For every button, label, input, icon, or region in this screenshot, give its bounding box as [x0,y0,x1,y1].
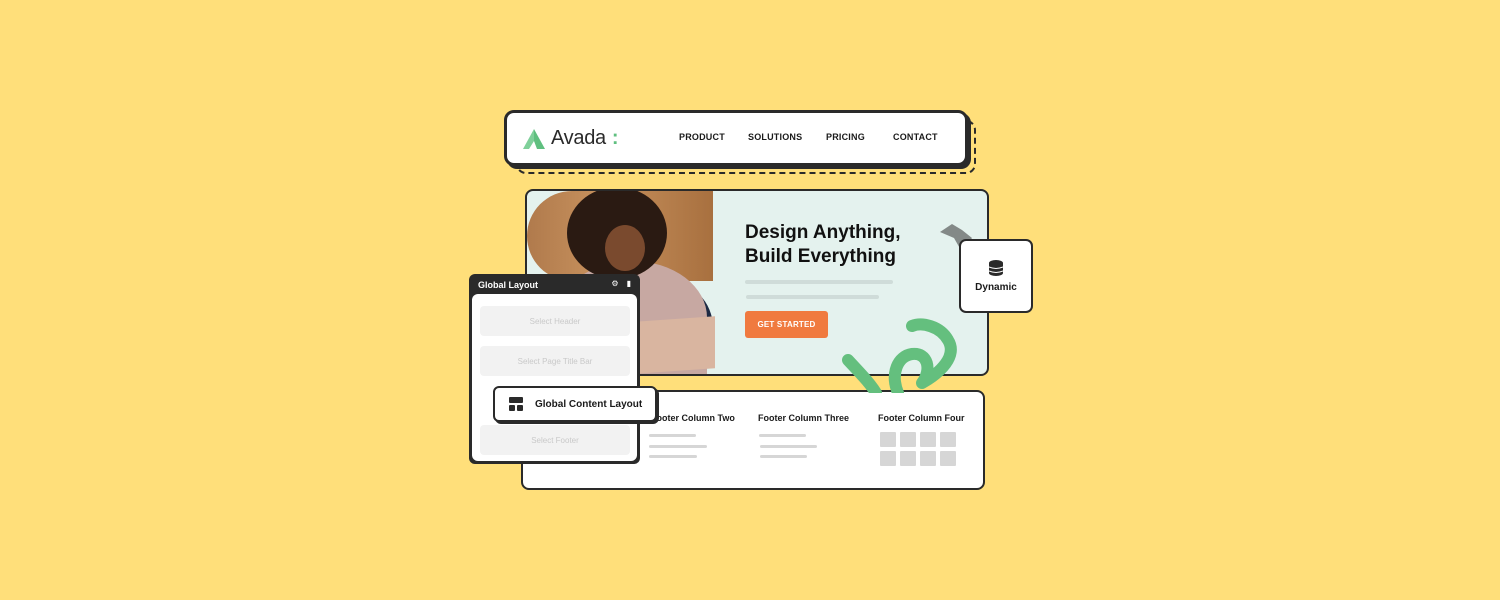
gallery-thumb [900,432,916,447]
logo-colon: : [611,127,619,149]
footer-gallery-grid [880,432,956,466]
gear-icon[interactable]: ⚙ [611,279,618,288]
main-nav: PRODUCT SOLUTIONS PRICING CONTACT [679,132,938,142]
text-placeholder-line [745,280,893,284]
global-layout-panel: Global Layout ⚙ ▮ Select Header Select P… [469,274,640,464]
footer-line [649,434,696,437]
database-icon [989,259,1003,276]
footer-line [649,455,697,458]
green-squiggle-decoration [842,318,957,393]
global-content-layout-label: Global Content Layout [535,398,643,410]
hero-title: Design Anything, Build Everything [745,221,945,269]
select-footer-slot[interactable]: Select Footer [480,425,630,455]
hero-title-line1: Design Anything, [745,222,901,243]
global-layout-title: Global Layout [478,280,539,290]
select-page-title-bar-slot[interactable]: Select Page Title Bar [480,346,630,376]
gallery-thumb [880,432,896,447]
global-content-layout-chip[interactable]: Global Content Layout [493,386,657,422]
nav-item-pricing[interactable]: PRICING [826,132,893,142]
avada-logo-icon [523,128,545,149]
gallery-thumb [920,432,936,447]
nav-item-contact[interactable]: CONTACT [893,132,938,142]
get-started-button[interactable]: GET STARTED [745,311,828,338]
footer-column-three-title: Footer Column Three [758,413,850,423]
nav-item-solutions[interactable]: SOLUTIONS [748,132,826,142]
nav-item-product[interactable]: PRODUCT [679,132,748,142]
hero-title-line2: Build Everything [745,246,896,267]
dynamic-label: Dynamic [975,281,1017,293]
footer-line [760,455,807,458]
person-face [605,225,645,271]
site-header: Avada : PRODUCT SOLUTIONS PRICING CONTAC… [504,110,968,166]
select-header-slot[interactable]: Select Header [480,306,630,336]
trash-icon[interactable]: ▮ [627,279,631,288]
footer-line [759,434,806,437]
dynamic-card[interactable]: Dynamic [959,239,1033,313]
gallery-thumb [900,451,916,466]
footer-line [760,445,817,448]
global-layout-body: Select Header Select Page Title Bar Sele… [472,294,637,461]
footer-column-two-title: Footer Column Two [651,413,735,423]
laptop-icon [635,316,715,374]
text-placeholder-line [746,295,879,299]
gallery-thumb [940,432,956,447]
footer-line [649,445,707,448]
logo[interactable]: Avada : [523,127,619,150]
logo-text: Avada [551,127,606,149]
footer-column-four-title: Footer Column Four [878,413,965,423]
gallery-thumb [940,451,956,466]
panel-actions: ⚙ ▮ [611,279,631,288]
gallery-thumb [880,451,896,466]
layout-grid-icon [509,397,523,411]
gallery-thumb [920,451,936,466]
